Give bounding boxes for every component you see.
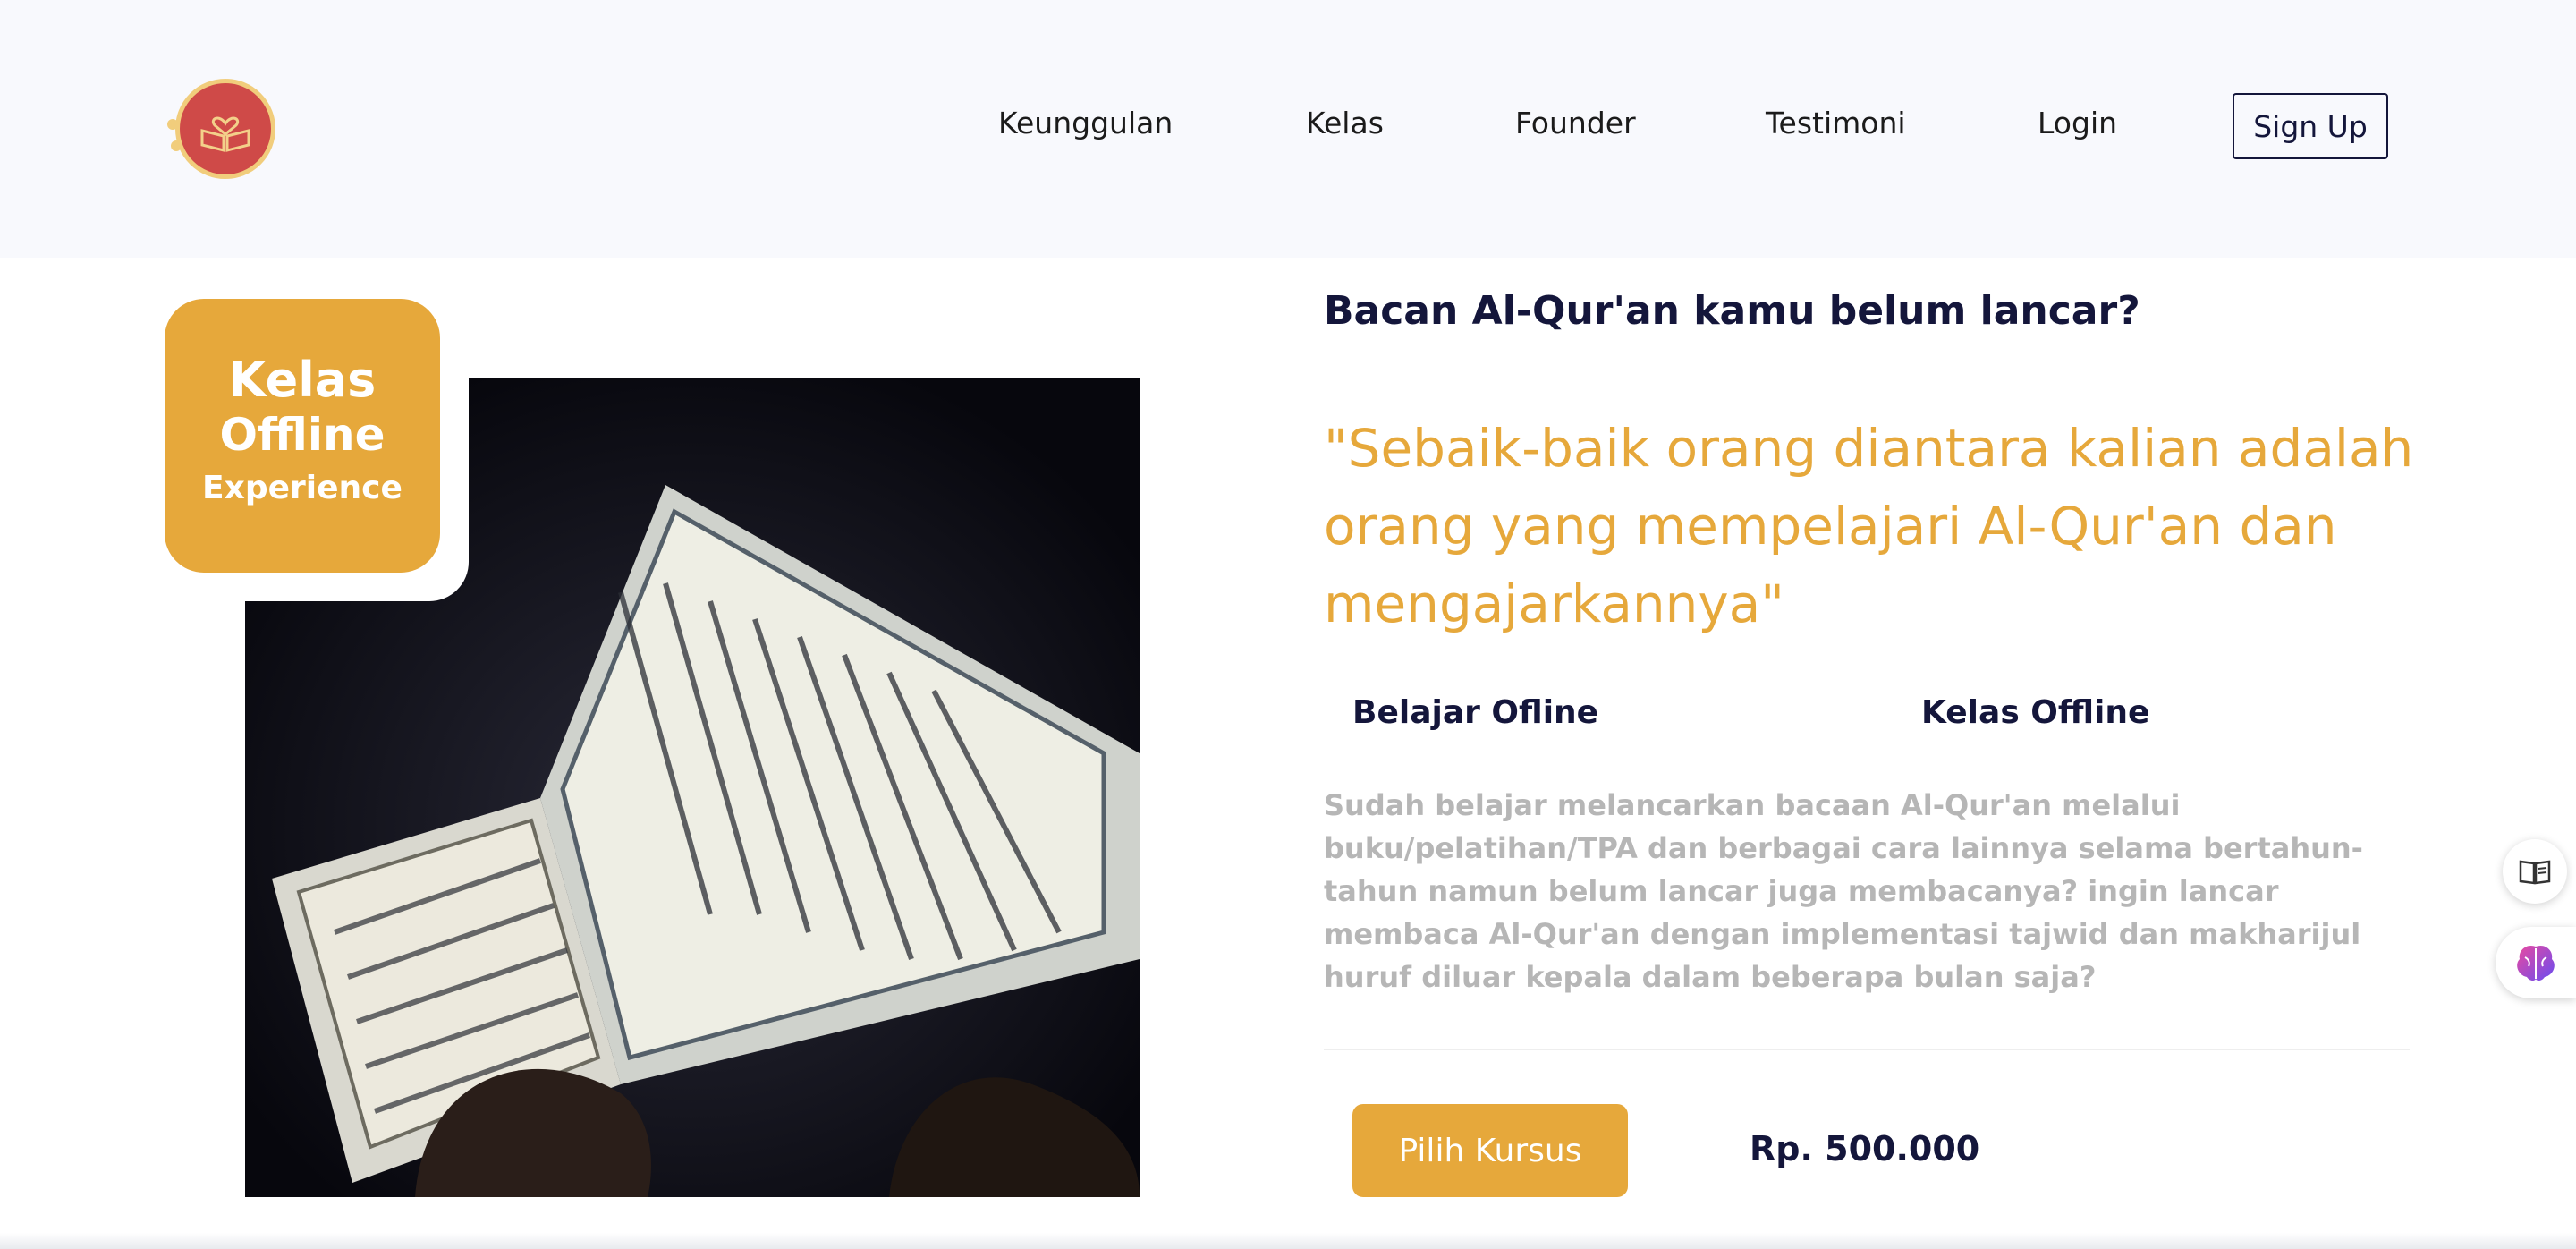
brain-icon-glyph [2517,945,2555,981]
course-price: Rp. 500.000 [1750,1129,1980,1168]
hero-headline: Bacan Al-Qur'an kamu belum lancar? [1324,288,2140,334]
badge-line3: Experience [202,470,402,506]
badge-line2: Offline [219,409,386,461]
book-icon-glyph [2519,860,2551,885]
pilih-kursus-button[interactable]: Pilih Kursus [1352,1104,1628,1197]
nav-kelas[interactable]: Kelas [1306,106,1384,140]
book-icon[interactable] [2503,839,2567,904]
hero-description: Sudah belajar melancarkan bacaan Al-Qur'… [1324,788,2363,994]
logo-dot [167,119,178,130]
logo-dot [171,140,182,151]
nav-login[interactable]: Login [2038,106,2117,140]
badge-line1: Kelas [228,352,377,408]
kelas-offline-badge: Kelas Offline Experience [165,299,440,573]
hero-quote: "Sebaik-baik orang diantara kalian adala… [1324,418,2414,634]
divider [1324,1049,2410,1050]
nav-keunggulan[interactable]: Keunggulan [998,106,1173,140]
brain-icon[interactable] [2496,927,2576,998]
quran-heart-logo[interactable] [167,79,275,179]
book-heart-icon [200,116,250,152]
feature-kelas-offline: Kelas Offline [1921,694,2150,731]
page-bottom-edge [0,1233,2576,1249]
feature-belajar-offline: Belajar Ofline [1352,694,1599,731]
nav-testimoni[interactable]: Testimoni [1766,106,1906,140]
signup-button[interactable]: Sign Up [2233,93,2388,159]
nav-founder[interactable]: Founder [1515,106,1636,140]
site-header: Keunggulan Kelas Founder Testimoni Login… [0,0,2576,258]
